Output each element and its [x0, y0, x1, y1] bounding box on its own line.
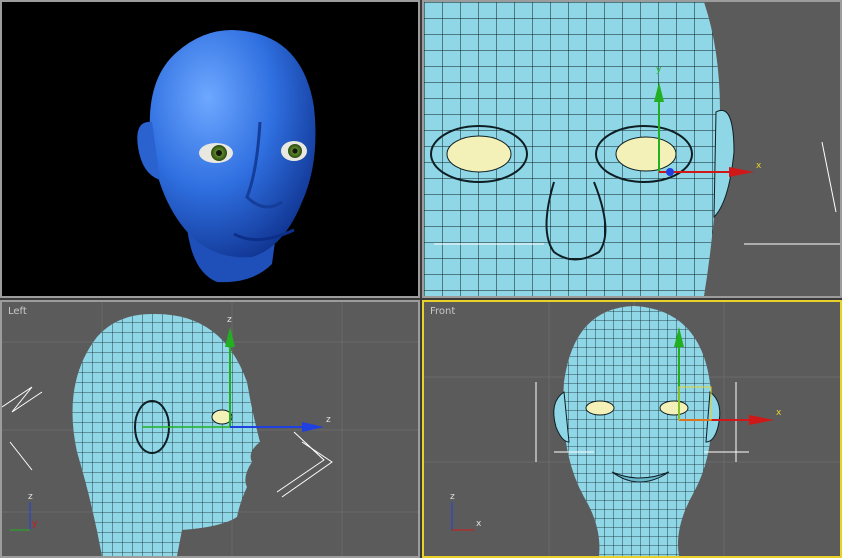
- left-viewport[interactable]: Left z z z y: [0, 300, 420, 558]
- gizmo-x-label: x: [776, 408, 782, 418]
- iris-right: [288, 144, 302, 158]
- tripod-z: z: [450, 492, 455, 502]
- iris-left: [211, 145, 227, 161]
- closeup-viewport[interactable]: y x: [422, 0, 842, 298]
- tripod-z: z: [28, 492, 33, 502]
- gizmo-y-label: y: [656, 65, 662, 75]
- axis-tripod: z y: [10, 492, 38, 531]
- gizmo-x-label: x: [756, 161, 762, 171]
- axis-tripod: z x: [450, 492, 482, 531]
- closeup-face-mesh: y x: [424, 2, 840, 296]
- rendered-head: [137, 30, 316, 283]
- perspective-viewport[interactable]: [0, 0, 420, 298]
- tripod-x: x: [476, 519, 482, 529]
- front-head-mesh: x z x: [424, 302, 840, 556]
- gizmo-z-label: z: [227, 315, 232, 325]
- gizmo-z-label-2: z: [326, 415, 331, 425]
- left-head-mesh: z z z y: [2, 302, 418, 556]
- front-viewport[interactable]: Front x z x: [422, 300, 842, 558]
- tripod-y: y: [32, 519, 38, 529]
